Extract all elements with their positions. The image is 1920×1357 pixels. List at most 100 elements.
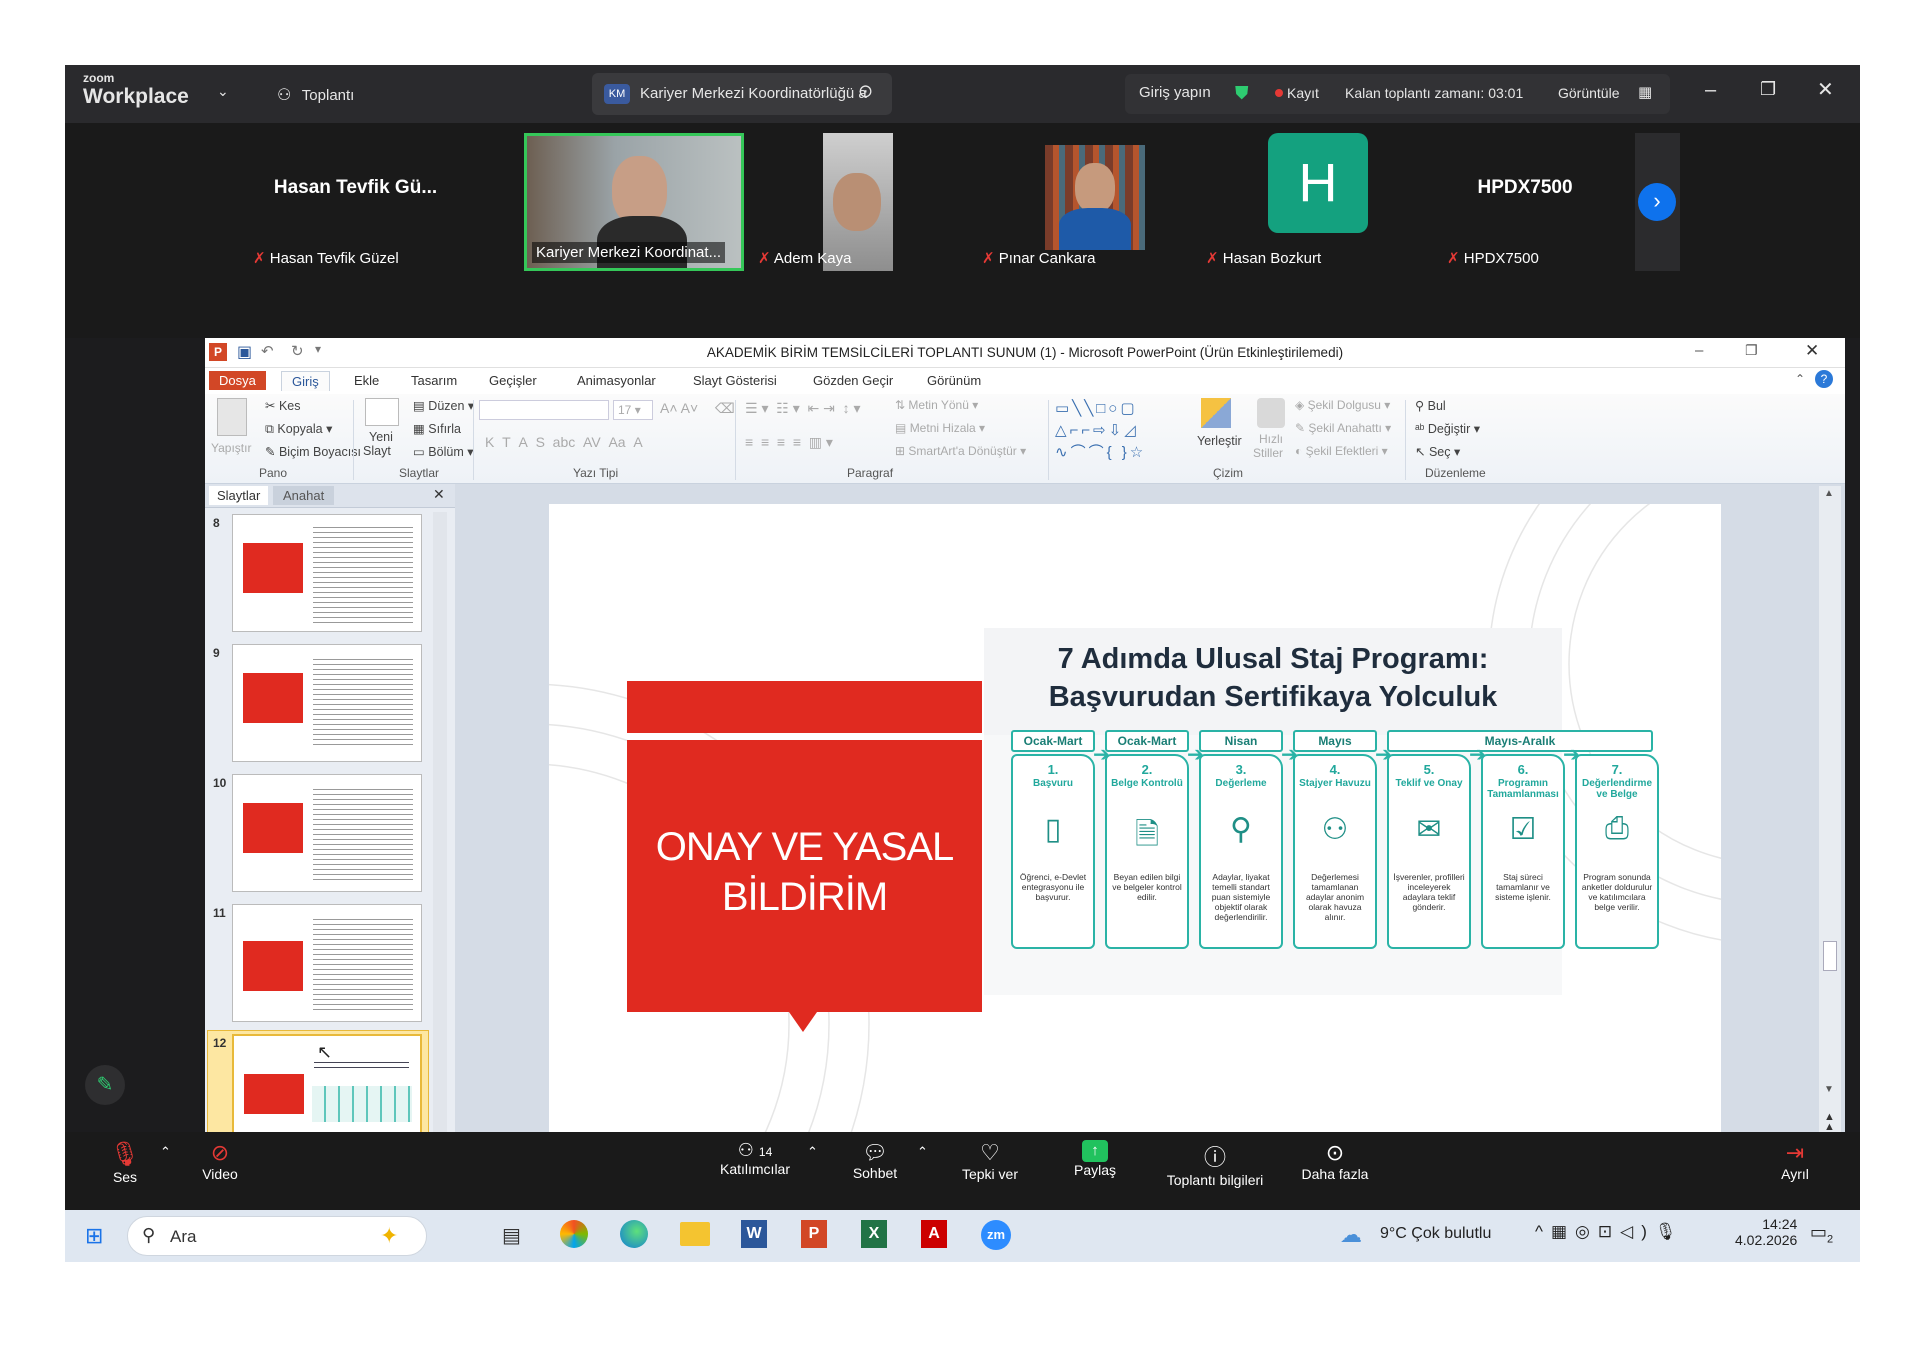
tab-slides[interactable]: Slaytlar (209, 486, 269, 505)
share-button[interactable]: ↑ Paylaş (1055, 1140, 1135, 1178)
restore-icon[interactable]: ❐ (1760, 79, 1776, 100)
shape-outline-button[interactable]: ✎ Şekil Anahattı ▾ (1295, 421, 1391, 435)
record-label[interactable]: Kayıt (1287, 85, 1319, 101)
more-options-icon[interactable]: ⊙ (858, 81, 873, 102)
minimize-icon[interactable]: – (1705, 79, 1716, 102)
close-icon[interactable]: ✕ (1817, 77, 1834, 102)
participant-tile-4[interactable]: ✗ Pınar Cankara (977, 133, 1192, 271)
weather-text[interactable]: 9°C Çok bulutlu (1380, 1225, 1491, 1243)
annotate-pencil-icon[interactable]: ✎ (85, 1065, 125, 1105)
tab-slideshow[interactable]: Slayt Gösterisi (683, 371, 787, 390)
edge-icon[interactable] (620, 1220, 648, 1248)
signin-link[interactable]: Giriş yapın (1139, 84, 1211, 101)
tab-view[interactable]: Görünüm (917, 371, 991, 390)
meeting-tab[interactable]: KM Kariyer Merkezi Koordinatörlüğü a ⊙ (592, 73, 892, 115)
tab-file[interactable]: Dosya (209, 371, 266, 390)
shape-effects-button[interactable]: ◐ Şekil Efektleri ▾ (1295, 444, 1388, 458)
align-text-button[interactable]: ▤ Metni Hizala ▾ (895, 421, 985, 435)
grow-font-icon[interactable]: A˄ A˅ (660, 400, 698, 416)
participants-button[interactable]: ⚇ 14 Katılımcılar (705, 1140, 805, 1177)
font-size-box[interactable]: 17 ▾ (613, 400, 653, 420)
ppt-minimize-icon[interactable]: – (1695, 342, 1703, 359)
tab-review[interactable]: Gözden Geçir (803, 371, 903, 390)
smartart-button[interactable]: ⊞ SmartArt'a Dönüştür ▾ (895, 444, 1026, 458)
slide-thumbnail-10[interactable] (232, 774, 422, 892)
current-slide[interactable]: ONAY VE YASAL BİLDİRİM 7 Adımda Ulusal S… (549, 504, 1721, 1169)
participant-tile-5[interactable]: H ✗ Hasan Bozkurt (1201, 133, 1416, 271)
task-view-icon[interactable]: ▤ (502, 1223, 521, 1248)
participants-options-icon[interactable]: ⌃ (807, 1144, 818, 1160)
notifications-icon[interactable]: ▭2 (1810, 1222, 1833, 1246)
help-icon[interactable]: ? (1815, 370, 1833, 388)
chat-options-icon[interactable]: ⌃ (917, 1144, 928, 1160)
format-painter-button[interactable]: ✎ Biçim Boyacısı (265, 444, 361, 459)
participant-tile-1[interactable]: Hasan Tevfik Gü... ✗ Hasan Tevfik Güzel (248, 133, 463, 271)
arrange-icon[interactable] (1201, 398, 1231, 428)
zoom-app-icon[interactable]: zm (981, 1220, 1011, 1250)
font-format-buttons[interactable]: K T A S abc AV Aa A (485, 434, 643, 450)
panel-close-icon[interactable]: ✕ (433, 486, 445, 503)
tab-transitions[interactable]: Geçişler (479, 371, 547, 390)
video-button[interactable]: ⊘ Video (185, 1140, 255, 1182)
select-button[interactable]: ↖ Seç ▾ (1415, 444, 1460, 459)
react-button[interactable]: ♡ Tepki ver (945, 1140, 1035, 1182)
audio-options-icon[interactable]: ⌃ (160, 1144, 171, 1160)
paste-icon[interactable] (217, 398, 247, 436)
paste-button[interactable]: Yapıştır (211, 441, 251, 455)
meeting-info-button[interactable]: ⓘ Toplantı bilgileri (1155, 1140, 1275, 1188)
slide-thumbnail-8[interactable] (232, 514, 422, 632)
search-box[interactable]: ⚲ Ara ✦ (127, 1216, 427, 1256)
arrange-button[interactable]: Yerleştir (1197, 434, 1242, 448)
reset-button[interactable]: ▦ Sıfırla (413, 421, 461, 436)
ppt-close-icon[interactable]: ✕ (1805, 341, 1819, 361)
more-button[interactable]: ⊙ Daha fazla (1290, 1140, 1380, 1182)
mute-button[interactable]: 🎙︎ Ses (95, 1140, 155, 1185)
new-slide-button[interactable]: Yeni (369, 430, 393, 444)
new-slide-icon[interactable] (365, 398, 399, 426)
ppt-restore-icon[interactable]: ❐ (1745, 342, 1758, 359)
tab-design[interactable]: Tasarım (401, 371, 467, 390)
chevron-down-icon[interactable]: ⌄ (217, 83, 229, 100)
word-icon[interactable]: W (741, 1220, 767, 1248)
slide-thumbnail-9[interactable] (232, 644, 422, 762)
excel-icon[interactable]: X (861, 1220, 887, 1248)
new-slide-button-2[interactable]: Slayt (363, 444, 391, 458)
find-button[interactable]: ⚲ Bul (1415, 398, 1446, 413)
font-name-box[interactable] (479, 400, 609, 420)
panel-scrollbar[interactable] (433, 512, 447, 1182)
tab-animations[interactable]: Animasyonlar (567, 371, 666, 390)
meeting-button[interactable]: ⚇ Toplantı (277, 85, 354, 105)
cut-button[interactable]: ✂ Kes (265, 398, 301, 413)
text-direction-button[interactable]: ⇅ Metin Yönü ▾ (895, 398, 978, 412)
tab-home[interactable]: Giriş (281, 371, 330, 391)
tab-insert[interactable]: Ekle (344, 371, 389, 390)
quick-styles-icon[interactable] (1257, 398, 1285, 428)
view-button[interactable]: Görüntüle (1558, 85, 1619, 101)
file-explorer-icon[interactable] (680, 1222, 710, 1246)
clear-format-icon[interactable]: ⌫ (715, 400, 735, 417)
shapes-gallery[interactable]: ▭╲╲□○▢ △⌐⌐⇨⇩◿ ∿⌒⌒{ }☆ (1055, 398, 1195, 464)
windows-start-icon[interactable]: ⊞ (85, 1223, 103, 1249)
collapse-ribbon-icon[interactable]: ⌃ (1795, 372, 1805, 386)
copilot-icon[interactable] (560, 1220, 588, 1248)
list-buttons[interactable]: ☰ ▾ ☷ ▾ ⇤ ⇥ ↕ ▾ (745, 400, 861, 417)
shape-fill-button[interactable]: ◈ Şekil Dolgusu ▾ (1295, 398, 1390, 412)
participant-tile-3[interactable]: ✗ Adem Kaya (753, 133, 968, 271)
layout-button[interactable]: ▤ Düzen ▾ (413, 398, 474, 413)
system-tray-icons[interactable]: ^▦◎⊡◁)🎙︎ (1535, 1222, 1684, 1242)
quick-styles-button-2[interactable]: Stiller (1253, 446, 1283, 460)
slide-thumbnail-11[interactable] (232, 904, 422, 1022)
quick-styles-button[interactable]: Hızlı (1259, 432, 1283, 446)
participant-tile-2[interactable]: Kariyer Merkezi Koordinat... (524, 133, 744, 271)
next-page-icon[interactable]: › (1638, 183, 1676, 221)
vertical-scrollbar[interactable]: ▲ ▼ ▲▲ ▼▼ (1819, 486, 1841, 1191)
acrobat-icon[interactable]: A (921, 1220, 947, 1248)
copy-button[interactable]: ⧉ Kopyala ▾ (265, 421, 332, 437)
powerpoint-icon[interactable]: P (801, 1220, 827, 1248)
leave-button[interactable]: ⇥ Ayrıl (1765, 1140, 1825, 1182)
replace-button[interactable]: ᵃᵇ Değiştir ▾ (1415, 421, 1480, 436)
clock[interactable]: 14:24 4.02.2026 (1735, 1216, 1797, 1248)
tab-outline[interactable]: Anahat (273, 486, 335, 505)
section-button[interactable]: ▭ Bölüm ▾ (413, 444, 473, 459)
align-buttons[interactable]: ≡ ≡ ≡ ≡ ▥ ▾ (745, 434, 833, 451)
